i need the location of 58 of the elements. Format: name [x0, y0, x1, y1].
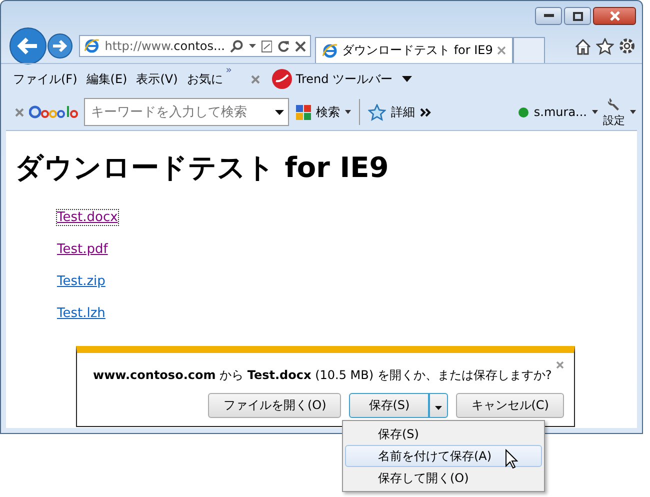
download-link[interactable]: Test.pdf [57, 242, 108, 274]
dropdown-icon[interactable] [592, 110, 598, 114]
forward-icon[interactable] [47, 33, 73, 59]
download-link[interactable]: Test.lzh [57, 306, 106, 338]
download-link[interactable]: Test.docx [57, 210, 118, 225]
back-icon[interactable] [9, 27, 47, 65]
search-icon[interactable] [230, 39, 244, 53]
menu-item[interactable]: 保存して開く(O) [345, 467, 542, 489]
notification-message: www.contoso.com から Test.docx (10.5 MB) を開くか、または保存しますか? [93, 367, 552, 384]
home-icon[interactable] [574, 38, 592, 54]
trend-logo-icon [270, 68, 293, 90]
toolbar-menu-button[interactable]: Trend ツールバー [296, 70, 393, 88]
dropdown-icon[interactable] [402, 76, 412, 82]
close-button[interactable] [593, 7, 636, 25]
star-icon[interactable] [368, 104, 386, 120]
details-button[interactable]: 詳細 [391, 104, 415, 120]
cursor-icon [505, 449, 518, 469]
menu-item[interactable]: 保存(S) [345, 423, 542, 445]
save-button[interactable]: 保存(S) [349, 393, 430, 418]
save-options-button[interactable] [429, 393, 448, 418]
cancel-button[interactable]: キャンセル(C) [456, 393, 564, 418]
search-field[interactable]: キーワードを入力して検索 [84, 98, 289, 126]
page-heading: ダウンロードテスト for IE9 [15, 150, 389, 186]
search-button[interactable]: 検索 [316, 104, 340, 120]
chevron-icon[interactable] [420, 108, 431, 116]
status-dot-icon [518, 106, 529, 118]
maximize-button[interactable] [564, 7, 591, 25]
address-field[interactable]: http://www.contos... [79, 35, 311, 57]
download-link[interactable]: Test.zip [57, 274, 106, 306]
menu-item[interactable]: お気に [186, 70, 223, 88]
browser-tab[interactable]: ダウンロードテスト for IE9 [315, 37, 513, 63]
minimize-button[interactable] [535, 7, 562, 25]
close-icon [608, 11, 620, 21]
compatibility-icon[interactable] [260, 40, 272, 52]
refresh-icon[interactable] [277, 40, 290, 52]
settings-button[interactable]: 設定 [603, 112, 625, 128]
open-button[interactable]: ファイルを開く(O) [208, 393, 342, 418]
menu-item[interactable]: 表示(V) [136, 70, 178, 88]
dropdown-icon[interactable] [630, 110, 636, 114]
menu-item[interactable]: 名前を付けて保存(A) [345, 445, 542, 467]
minimize-icon [544, 14, 554, 18]
overflow-chevron[interactable]: » [226, 65, 232, 76]
wrench-icon[interactable] [607, 96, 621, 110]
dropdown-icon[interactable] [275, 110, 284, 114]
menu-item[interactable]: ファイル(F) [13, 70, 78, 88]
ie-icon [322, 42, 338, 58]
star-icon[interactable] [596, 38, 614, 54]
close-icon[interactable] [295, 40, 306, 52]
dropdown-icon[interactable] [248, 44, 256, 48]
dropdown-icon [435, 406, 442, 410]
url-text: contos... [174, 39, 225, 53]
account-button[interactable]: s.mura... [534, 105, 587, 119]
ie-icon [84, 38, 100, 54]
menu-item[interactable]: 編集(E) [86, 70, 128, 88]
maximize-icon [572, 12, 582, 20]
url-text: http://www. [104, 39, 174, 53]
dropdown-icon[interactable] [345, 110, 351, 114]
settings-icon[interactable] [618, 37, 636, 55]
